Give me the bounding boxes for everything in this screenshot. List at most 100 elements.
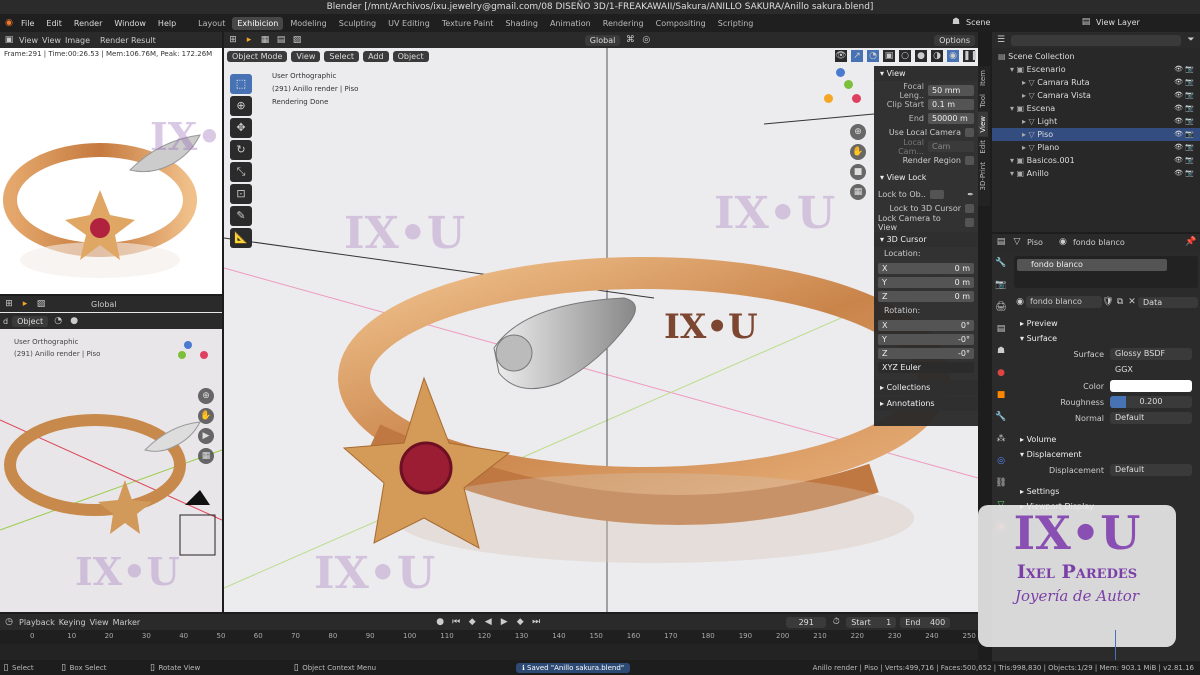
play-reverse-icon[interactable]: ◀ xyxy=(482,616,494,628)
outliner-item[interactable]: ▾ ▣ Escena 👁 📷 xyxy=(992,102,1200,115)
tab-sculpting[interactable]: Sculpting xyxy=(334,17,381,30)
particles-tab-icon[interactable]: ⁂ xyxy=(995,433,1007,445)
select-mode-subtract-icon[interactable]: ▨ xyxy=(291,34,303,46)
overlay-icon[interactable]: ◔ xyxy=(52,315,64,327)
clip-end-field[interactable]: 50000 m xyxy=(928,113,974,124)
world-tab-icon[interactable]: ● xyxy=(995,367,1007,379)
viewport-visibility-icon[interactable]: 👁 xyxy=(835,50,847,62)
cursor-rot-z[interactable]: Z -0° xyxy=(878,348,974,359)
rendered-shading-icon[interactable]: ◉ xyxy=(947,50,959,62)
menu-edit[interactable]: Edit xyxy=(46,19,62,28)
options-dropdown[interactable]: Options xyxy=(934,34,975,46)
fake-user-icon[interactable]: 🛡 xyxy=(1102,296,1114,308)
roughness-slider[interactable]: 0.200 xyxy=(1110,396,1192,408)
render-menu-image[interactable]: Image xyxy=(65,36,90,45)
stopwatch-icon[interactable]: ⏱ xyxy=(830,616,842,628)
annotate-tool-icon[interactable]: ✎ xyxy=(230,206,252,226)
main-menu-object[interactable]: Object xyxy=(392,50,429,62)
shading-solid-icon[interactable]: ● xyxy=(68,315,80,327)
tool-tab-icon[interactable]: 🔧 xyxy=(995,257,1007,269)
visibility-eye-icon[interactable]: 👁 📷 xyxy=(1174,128,1194,141)
camera-view-icon[interactable]: ■ xyxy=(850,164,866,180)
link-data-dropdown[interactable]: Data xyxy=(1138,296,1198,308)
view-section-header[interactable]: ▾ View xyxy=(874,66,978,81)
rotate-tool-icon[interactable]: ↻ xyxy=(230,140,252,160)
properties-editor-icon[interactable]: ▤ xyxy=(995,236,1007,248)
end-frame-field[interactable]: End 400 xyxy=(900,616,951,628)
normal-field[interactable]: Default xyxy=(1110,412,1192,424)
visibility-eye-icon[interactable]: 👁 📷 xyxy=(1174,102,1194,115)
outliner-item[interactable]: ▤ Scene Collection xyxy=(992,50,1200,63)
output-tab-icon[interactable]: 🖨 xyxy=(995,301,1007,313)
lock-object-field[interactable] xyxy=(929,190,944,199)
material-browse-icon[interactable]: ◉ xyxy=(1014,296,1026,308)
tab-animation[interactable]: Animation xyxy=(545,17,596,30)
small-object-menu[interactable]: Object xyxy=(12,315,49,327)
small-viewport[interactable]: ⊞ ▸ ▨ Global d Object ◔ ● User Orthograp… xyxy=(0,296,222,612)
xray-icon[interactable]: ▣ xyxy=(883,50,895,62)
small-zoom-icon[interactable]: ⊕ xyxy=(198,388,214,404)
tab-shading[interactable]: Shading xyxy=(500,17,543,30)
local-camera-field[interactable]: Cam xyxy=(928,141,974,152)
play-icon[interactable]: ▶ xyxy=(498,616,510,628)
collections-section-header[interactable]: ▸ Collections xyxy=(874,380,978,395)
record-icon[interactable]: ● xyxy=(434,616,446,628)
outliner-item[interactable]: ▾ ▣ Escenario 👁 📷 xyxy=(992,63,1200,76)
object-tab-icon[interactable]: ■ xyxy=(995,389,1007,401)
timeline-menu-marker[interactable]: Marker xyxy=(113,618,141,627)
outliner-item[interactable]: ▸ ▽ Camara Vista 👁 📷 xyxy=(992,89,1200,102)
select-mode-extend-icon[interactable]: ▤ xyxy=(275,34,287,46)
unlink-material-icon[interactable]: ✕ xyxy=(1126,296,1138,308)
timeline-menu-playback[interactable]: Playback xyxy=(19,618,55,627)
material-slot-list[interactable]: fondo blanco xyxy=(1014,256,1198,288)
axis-y-icon[interactable] xyxy=(844,80,853,89)
small-mode-tail[interactable]: d xyxy=(3,317,8,326)
main-viewport[interactable]: IX•U IX•U IX•U IX•U User Orthographic (2… xyxy=(224,48,978,612)
pause-icon[interactable]: ❚❚ xyxy=(963,50,978,62)
main-menu-view[interactable]: View xyxy=(291,50,321,62)
small-camera-icon[interactable]: ▶ xyxy=(198,428,214,444)
cursor-rot-y[interactable]: Y -0° xyxy=(878,334,974,345)
axis-x-icon[interactable] xyxy=(852,94,861,103)
physics-tab-icon[interactable]: ◎ xyxy=(995,455,1007,467)
jump-end-icon[interactable]: ⏭ xyxy=(530,616,542,628)
axis-neg-icon[interactable] xyxy=(824,94,833,103)
visibility-eye-icon[interactable]: 👁 📷 xyxy=(1174,115,1194,128)
measure-tool-icon[interactable]: 📐 xyxy=(230,228,252,248)
tab-modeling[interactable]: Modeling xyxy=(285,17,331,30)
orientation-dropdown[interactable]: Global xyxy=(584,34,621,46)
sidebar-tab-tool[interactable]: Tool xyxy=(978,90,988,112)
cursor-loc-y[interactable]: Y0 m xyxy=(878,277,974,288)
outliner-item[interactable]: ▸ ▽ Camara Ruta 👁 📷 xyxy=(992,76,1200,89)
small-nav-gizmo[interactable] xyxy=(178,341,214,377)
tab-scripting[interactable]: Scripting xyxy=(713,17,759,30)
select-mode-new-icon[interactable]: ▦ xyxy=(259,34,271,46)
displacement-field[interactable]: Default xyxy=(1110,464,1192,476)
distribution-dropdown[interactable]: GGX xyxy=(1110,364,1192,376)
gizmo-toggle-icon[interactable]: ↗ xyxy=(851,50,863,62)
material-slot-item[interactable]: fondo blanco xyxy=(1017,259,1167,271)
tab-texture-paint[interactable]: Texture Paint xyxy=(437,17,499,30)
material-shading-icon[interactable]: ◑ xyxy=(931,50,943,62)
visibility-eye-icon[interactable]: 👁 📷 xyxy=(1174,76,1194,89)
cursor-section-header[interactable]: ▾ 3D Cursor xyxy=(874,232,978,247)
move-tool-icon[interactable]: ✥ xyxy=(230,118,252,138)
surface-shader-dropdown[interactable]: Glossy BSDF xyxy=(1110,348,1192,360)
transform-tool-icon[interactable]: ⊡ xyxy=(230,184,252,204)
tab-compositing[interactable]: Compositing xyxy=(651,17,711,30)
menu-window[interactable]: Window xyxy=(114,19,146,28)
cursor-loc-z[interactable]: Z0 m xyxy=(878,291,974,302)
small-axis-y-icon[interactable] xyxy=(178,351,186,359)
visibility-eye-icon[interactable]: 👁 📷 xyxy=(1174,63,1194,76)
color-swatch[interactable] xyxy=(1110,380,1192,392)
preview-section-header[interactable]: ▸ Preview xyxy=(1014,316,1198,331)
annotations-section-header[interactable]: ▸ Annotations xyxy=(874,396,978,411)
outliner-item[interactable]: ▸ ▽ Plano 👁 📷 xyxy=(992,141,1200,154)
lock-camera-checkbox[interactable] xyxy=(965,218,974,227)
tab-rendering[interactable]: Rendering xyxy=(598,17,649,30)
small-axis-z-icon[interactable] xyxy=(184,341,192,349)
settings-section-header[interactable]: ▸ Settings xyxy=(1014,484,1198,499)
rotation-mode-dropdown[interactable]: XYZ Euler xyxy=(878,362,974,373)
editor-type-icon[interactable]: ⊞ xyxy=(3,298,15,310)
menu-file[interactable]: File xyxy=(21,19,34,28)
